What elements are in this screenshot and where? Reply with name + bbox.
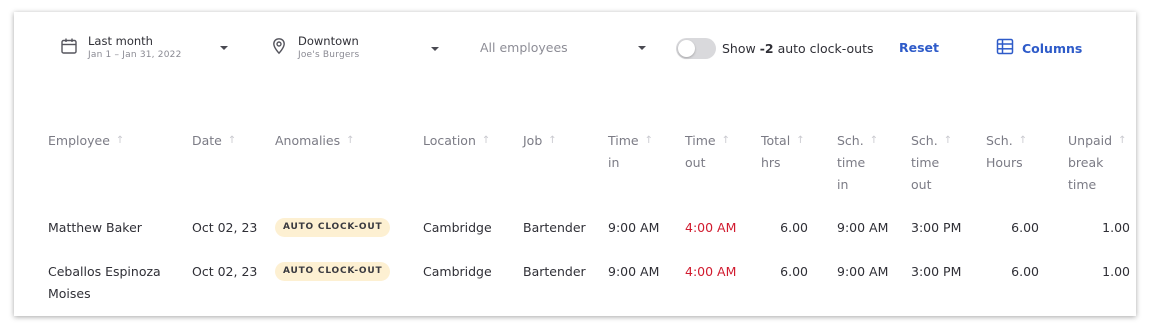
sort-arrow-icon: ↑ <box>115 135 125 146</box>
location-pin-icon <box>270 37 288 55</box>
toggle-knob <box>678 40 695 57</box>
column-header-time-out[interactable]: Time ↑ out <box>685 130 730 174</box>
sort-arrow-icon: ↑ <box>644 135 653 146</box>
column-header-sch-hours[interactable]: Sch. ↑ Hours <box>986 130 1027 174</box>
date-range-subtitle: Jan 1 – Jan 31, 2022 <box>88 50 182 60</box>
total-hrs-cell: 6.00 <box>780 220 808 235</box>
unpaid-break-cell: 1.00 <box>1102 264 1130 279</box>
sort-arrow-icon: ↑ <box>346 135 355 146</box>
columns-button[interactable]: Columns <box>996 38 1082 59</box>
column-header-total-hrs[interactable]: Total ↑ hrs <box>761 130 805 174</box>
employee-select[interactable]: All employees <box>480 40 568 55</box>
sch-time-out-cell: 3:00 PM <box>911 264 962 279</box>
auto-clock-outs-toggle[interactable]: Show -2 auto clock-outs <box>676 38 874 59</box>
column-header-time-in[interactable]: Time ↑ in <box>608 130 653 174</box>
location-cell: Cambridge <box>423 220 492 235</box>
date-range-title: Last month <box>88 34 153 48</box>
employee-name: Matthew Baker <box>48 220 142 235</box>
auto-clock-out-count: -2 <box>759 41 774 56</box>
auto-clock-out-badge: AUTO CLOCK-OUT <box>275 218 391 237</box>
sch-time-in-cell: 9:00 AM <box>837 220 889 235</box>
sort-arrow-icon: ↑ <box>481 135 491 146</box>
reset-button[interactable]: Reset <box>899 40 939 55</box>
column-header-sch-time-out[interactable]: Sch. ↑ time out <box>911 130 952 196</box>
sch-time-out-cell: 3:00 PM <box>911 220 962 235</box>
sort-arrow-icon: ↑ <box>943 135 953 146</box>
job-cell: Bartender <box>523 264 586 279</box>
column-header-job[interactable]: Job ↑ <box>523 130 557 152</box>
time-out-cell: 4:00 AM <box>685 220 737 235</box>
sch-time-in-cell: 9:00 AM <box>837 264 889 279</box>
auto-clock-out-badge: AUTO CLOCK-OUT <box>275 262 391 281</box>
employee-chevron-down-icon[interactable] <box>638 46 646 50</box>
column-header-employee[interactable]: Employee ↑ <box>48 130 124 152</box>
sch-hours-cell: 6.00 <box>1011 264 1039 279</box>
column-header-unpaid-break-time[interactable]: Unpaid ↑ break time <box>1068 130 1126 196</box>
date-range-chevron-down-icon[interactable] <box>220 46 228 50</box>
time-in-cell: 9:00 AM <box>608 220 660 235</box>
job-cell: Bartender <box>523 220 586 235</box>
total-hrs-cell: 6.00 <box>780 264 808 279</box>
filter-toolbar: Last month Jan 1 – Jan 31, 2022 Downtown… <box>14 12 1136 88</box>
sort-arrow-icon: ↑ <box>227 135 237 146</box>
toggle-switch[interactable] <box>676 38 716 59</box>
column-header-sch-time-in[interactable]: Sch. ↑ time in <box>837 130 878 196</box>
sort-arrow-icon: ↑ <box>548 135 557 146</box>
location-title: Downtown <box>298 34 359 48</box>
column-header-date[interactable]: Date ↑ <box>192 130 236 152</box>
location-chevron-down-icon[interactable] <box>431 47 439 51</box>
sch-hours-cell: 6.00 <box>1011 220 1039 235</box>
location-cell: Cambridge <box>423 264 492 279</box>
date-cell: Oct 02, 23 <box>192 220 258 235</box>
timesheet-card: Last month Jan 1 – Jan 31, 2022 Downtown… <box>14 12 1136 316</box>
toggle-label: Show -2 auto clock-outs <box>722 41 874 56</box>
time-out-cell: 4:00 AM <box>685 264 737 279</box>
date-range-filter[interactable]: Last month Jan 1 – Jan 31, 2022 <box>60 34 182 62</box>
columns-icon <box>996 38 1014 59</box>
employee-name: Ceballos Espinoza Moises <box>48 264 161 301</box>
date-cell: Oct 02, 23 <box>192 264 258 279</box>
calendar-icon <box>60 37 78 55</box>
location-filter[interactable]: Downtown Joe's Burgers <box>270 34 359 62</box>
columns-label: Columns <box>1022 41 1083 56</box>
sort-arrow-icon: ↑ <box>1018 135 1028 146</box>
sort-arrow-icon: ↑ <box>869 135 879 146</box>
sort-arrow-icon: ↑ <box>796 135 805 146</box>
location-subtitle: Joe's Burgers <box>298 50 360 60</box>
sort-arrow-icon: ↑ <box>1118 135 1127 146</box>
sort-arrow-icon: ↑ <box>721 135 730 146</box>
column-header-anomalies[interactable]: Anomalies ↑ <box>275 130 355 152</box>
column-header-location[interactable]: Location ↑ <box>423 130 490 152</box>
time-in-cell: 9:00 AM <box>608 264 660 279</box>
unpaid-break-cell: 1.00 <box>1102 220 1130 235</box>
